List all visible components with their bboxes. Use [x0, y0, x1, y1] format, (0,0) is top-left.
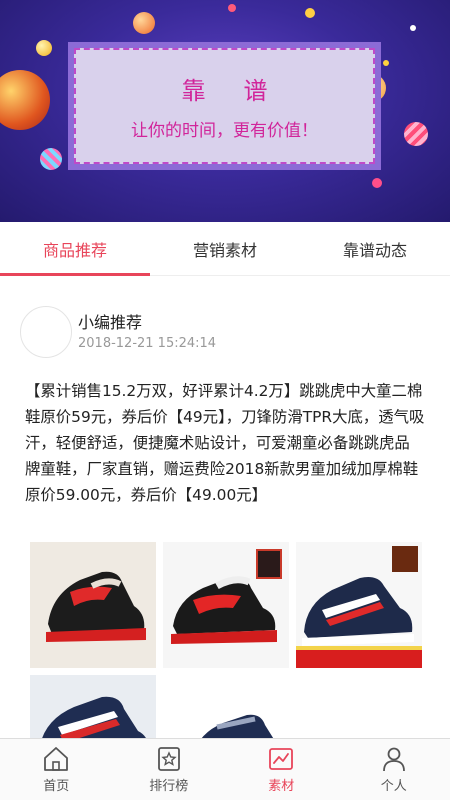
- tab-product-recommend[interactable]: 商品推荐: [0, 222, 150, 276]
- nav-profile[interactable]: 个人: [338, 739, 450, 800]
- promo-banner[interactable]: 靠谱 让你的时间，更有价值！: [0, 0, 450, 222]
- post-header: 小编推荐 2018-12-21 15:24:14: [20, 306, 430, 360]
- nav-material-label: 素材: [268, 779, 295, 794]
- post-body[interactable]: 【累计销售15.2万双，好评累计4.2万】跳跳虎中大童二棉鞋原价59元，券后价【…: [25, 378, 425, 508]
- bottom-nav: 首页 排行榜 素材 个人: [0, 738, 450, 800]
- post-price: 原价59.00元，券后价【49.00元】: [25, 486, 268, 504]
- shoe-icon: [30, 542, 156, 668]
- shoe-icon: [163, 542, 289, 668]
- shoe-photo-1[interactable]: [30, 542, 156, 668]
- avatar[interactable]: [20, 306, 72, 358]
- user-icon: [380, 745, 408, 773]
- nav-profile-label: 个人: [380, 779, 407, 794]
- tab-marketing-material[interactable]: 营销素材: [150, 222, 300, 275]
- material-icon: [267, 745, 295, 773]
- nav-material[interactable]: 素材: [225, 739, 338, 800]
- decor-ball: [410, 25, 416, 31]
- decor-ball: [40, 148, 62, 170]
- decor-ball: [133, 12, 155, 34]
- banner-card: 靠谱 让你的时间，更有价值！: [68, 42, 381, 170]
- ranking-icon: [155, 745, 183, 773]
- decor-ball: [404, 122, 428, 146]
- category-tabs: 商品推荐 营销素材 靠谱动态: [0, 222, 450, 276]
- nav-home-label: 首页: [43, 779, 70, 794]
- shoe-photo-2[interactable]: [163, 542, 289, 668]
- decor-ball: [228, 4, 236, 12]
- post-description: 【累计销售15.2万双，好评累计4.2万】跳跳虎中大童二棉鞋原价59元，券后价【…: [25, 382, 425, 478]
- banner-card-inner: 靠谱 让你的时间，更有价值！: [74, 48, 375, 164]
- decor-ball: [383, 60, 389, 66]
- post-time: 2018-12-21 15:24:14: [78, 336, 217, 351]
- home-icon: [42, 745, 70, 773]
- decor-ball: [36, 40, 52, 56]
- decor-ball: [372, 178, 382, 188]
- tab-reliable-news[interactable]: 靠谱动态: [300, 222, 450, 275]
- banner-title: 靠谱: [181, 77, 306, 105]
- post-author: 小编推荐: [78, 313, 143, 332]
- decor-ball: [305, 8, 315, 18]
- decor-ball: [0, 70, 50, 130]
- nav-home[interactable]: 首页: [0, 739, 113, 800]
- nav-ranking[interactable]: 排行榜: [113, 739, 226, 800]
- banner-subtitle: 让你的时间，更有价值！: [131, 121, 318, 141]
- shoe-icon: [296, 542, 422, 668]
- nav-ranking-label: 排行榜: [149, 779, 189, 794]
- shoe-photo-3[interactable]: [296, 542, 422, 668]
